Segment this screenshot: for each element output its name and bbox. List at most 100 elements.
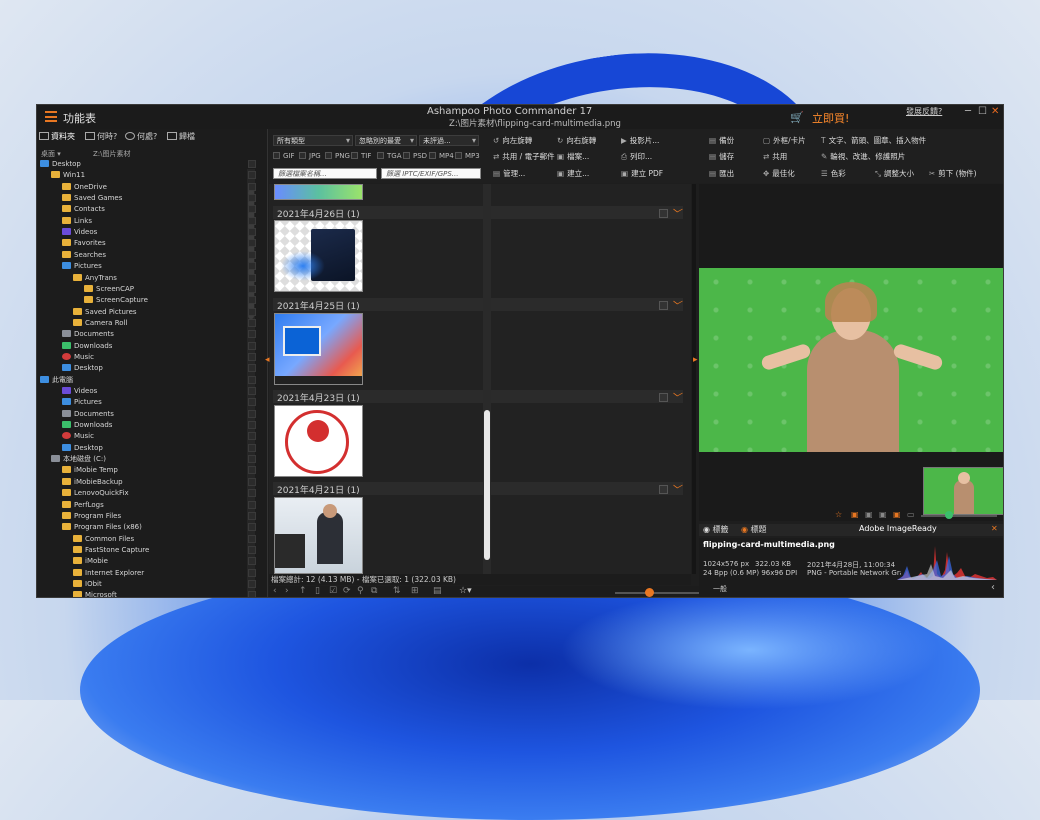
tree-item-checkbox[interactable] [248,443,256,452]
feedback-link[interactable]: 發展反饋? [906,106,942,117]
file-type-checkbox[interactable]: PNG [325,152,350,160]
tree-item-checkbox[interactable] [248,591,256,597]
date-group-header[interactable]: 2021年4月26日 (1) ﹀ [273,206,683,220]
tree-item-checkbox[interactable] [248,579,256,588]
scrollbar-thumb[interactable] [484,410,490,560]
tree-item-checkbox[interactable] [248,557,256,566]
group-checkbox[interactable] [659,301,668,310]
path-prefix[interactable]: 桌面 [41,150,55,158]
minimize-icon[interactable]: ─ [965,106,971,117]
tree-item[interactable]: iMobie Temp [62,465,118,476]
tree-item-checkbox[interactable] [248,171,256,180]
tab-when[interactable]: 何時? [85,131,117,142]
star-icon[interactable]: ☆▾ [459,586,472,596]
tab-folders[interactable]: 資料夾 [39,131,75,142]
toolbar-action[interactable]: ▤ 儲存 [709,151,734,162]
tree-item[interactable]: IObit [73,579,102,590]
tree-item-checkbox[interactable] [248,330,256,339]
toolbar-action[interactable]: ▤ 管理... [493,168,525,179]
tree-item[interactable]: Saved Games [62,193,122,204]
tree-item[interactable]: Program Files (x86) [62,522,142,533]
layout-icon[interactable]: ▤ [433,586,442,596]
date-group-header[interactable]: 2021年4月23日 (1) ﹀ [273,390,683,404]
filter-icon[interactable]: ⧉ [371,586,377,596]
group-checkbox[interactable] [659,485,668,494]
tree-item-checkbox[interactable] [248,455,256,464]
tree-item-checkbox[interactable] [248,239,256,248]
tree-item[interactable]: 此電腦 [40,375,73,386]
sort-icon[interactable]: ⇅ [393,586,401,596]
refresh-icon[interactable]: ⟳ [343,586,351,596]
chevron-down-icon[interactable]: ﹀ [671,481,681,496]
toolbar-action[interactable]: ⤡ 調整大小 [875,168,914,179]
tree-item-checkbox[interactable] [248,318,256,327]
tree-item-checkbox[interactable] [248,352,256,361]
tree-item-checkbox[interactable] [248,341,256,350]
group-checkbox[interactable] [659,209,668,218]
search-icon[interactable]: ⚲ [357,586,364,596]
tree-item[interactable]: LenovoQuickFix [62,488,129,499]
chevron-down-icon[interactable]: ﹀ [671,297,681,312]
tree-item-checkbox[interactable] [248,511,256,520]
maximize-icon[interactable]: ☐ [978,106,987,117]
tree-item-checkbox[interactable] [248,466,256,475]
tree-item-checkbox[interactable] [248,534,256,543]
tree-item-checkbox[interactable] [248,364,256,373]
tree-item-checkbox[interactable] [248,523,256,532]
tree-item-checkbox[interactable] [248,228,256,237]
tree-item-checkbox[interactable] [248,194,256,203]
color-label-icon[interactable]: ▣ [893,510,901,519]
nav-up-icon[interactable]: ↑ [299,586,307,596]
name-search-input[interactable]: 篩選檔案名稱... [273,168,377,179]
tree-item-checkbox[interactable] [248,375,256,384]
tab-title[interactable]: ◉ 標題 [741,524,767,535]
thumbnail-scrollbar[interactable] [483,184,491,574]
tree-item[interactable]: Pictures [62,261,102,272]
tree-item-checkbox[interactable] [248,284,256,293]
tree-item[interactable]: Microsoft [73,590,117,597]
thumbnail-partial[interactable] [274,184,363,200]
tree-item[interactable]: Favorites [62,238,106,249]
toolbar-action[interactable]: ▣ 建立 PDF [621,168,663,179]
group-checkbox[interactable] [659,393,668,402]
tree-item-checkbox[interactable] [248,545,256,554]
expand-right-icon[interactable]: ▸ [693,355,698,365]
tree-item-checkbox[interactable] [248,160,256,168]
toolbar-action[interactable]: ⎙ 列印... [621,151,652,162]
panel-splitter[interactable] [692,184,696,574]
tree-item-checkbox[interactable] [248,182,256,191]
toolbar-action[interactable]: ✂ 剪下 (物件) [929,168,977,179]
tree-item[interactable]: iMobie [73,556,108,567]
tree-item[interactable]: Downloads [62,341,112,352]
tree-item-checkbox[interactable] [248,216,256,225]
toolbar-action[interactable]: ▣ 檔案... [557,151,589,162]
tree-item-checkbox[interactable] [248,409,256,418]
close-icon[interactable]: ✕ [991,106,999,117]
tree-item[interactable]: PerfLogs [62,500,104,511]
file-type-checkbox[interactable]: PSD [403,152,427,160]
menu-label[interactable]: 功能表 [63,110,96,126]
toolbar-action[interactable]: ☰ 色彩 [821,168,846,179]
tag-icon[interactable]: ▣ [865,510,873,519]
toolbar-action[interactable]: ✎ 輪視、改進、修護照片 [821,151,905,162]
file-type-checkbox[interactable]: MP3 [455,152,480,160]
tree-item[interactable]: 本地磁盘 (C:) [51,454,106,465]
cart-icon[interactable]: 🛒 [790,111,804,124]
tree-item[interactable]: ScreenCAP [84,284,134,295]
thumbnail-windows-mac[interactable] [274,220,363,292]
tree-item[interactable]: Downloads [62,420,112,431]
tree-item[interactable]: Contacts [62,204,105,215]
tree-item-checkbox[interactable] [248,387,256,395]
tree-item[interactable]: Searches [62,250,106,261]
tree-item[interactable]: Documents [62,329,114,340]
tree-item-checkbox[interactable] [248,296,256,305]
monitor-icon[interactable]: ▭ [907,510,915,519]
thumbnail-red-logo[interactable] [274,405,363,477]
tab-where[interactable]: 何處? [125,131,157,142]
tree-item[interactable]: Desktop [62,363,103,374]
view-mode-icon[interactable]: ▯ [315,586,320,596]
tree-item[interactable]: AnyTrans [73,273,117,284]
tree-item[interactable]: Internet Explorer [73,568,144,579]
tree-item-checkbox[interactable] [248,432,256,441]
tree-item-checkbox[interactable] [248,273,256,282]
